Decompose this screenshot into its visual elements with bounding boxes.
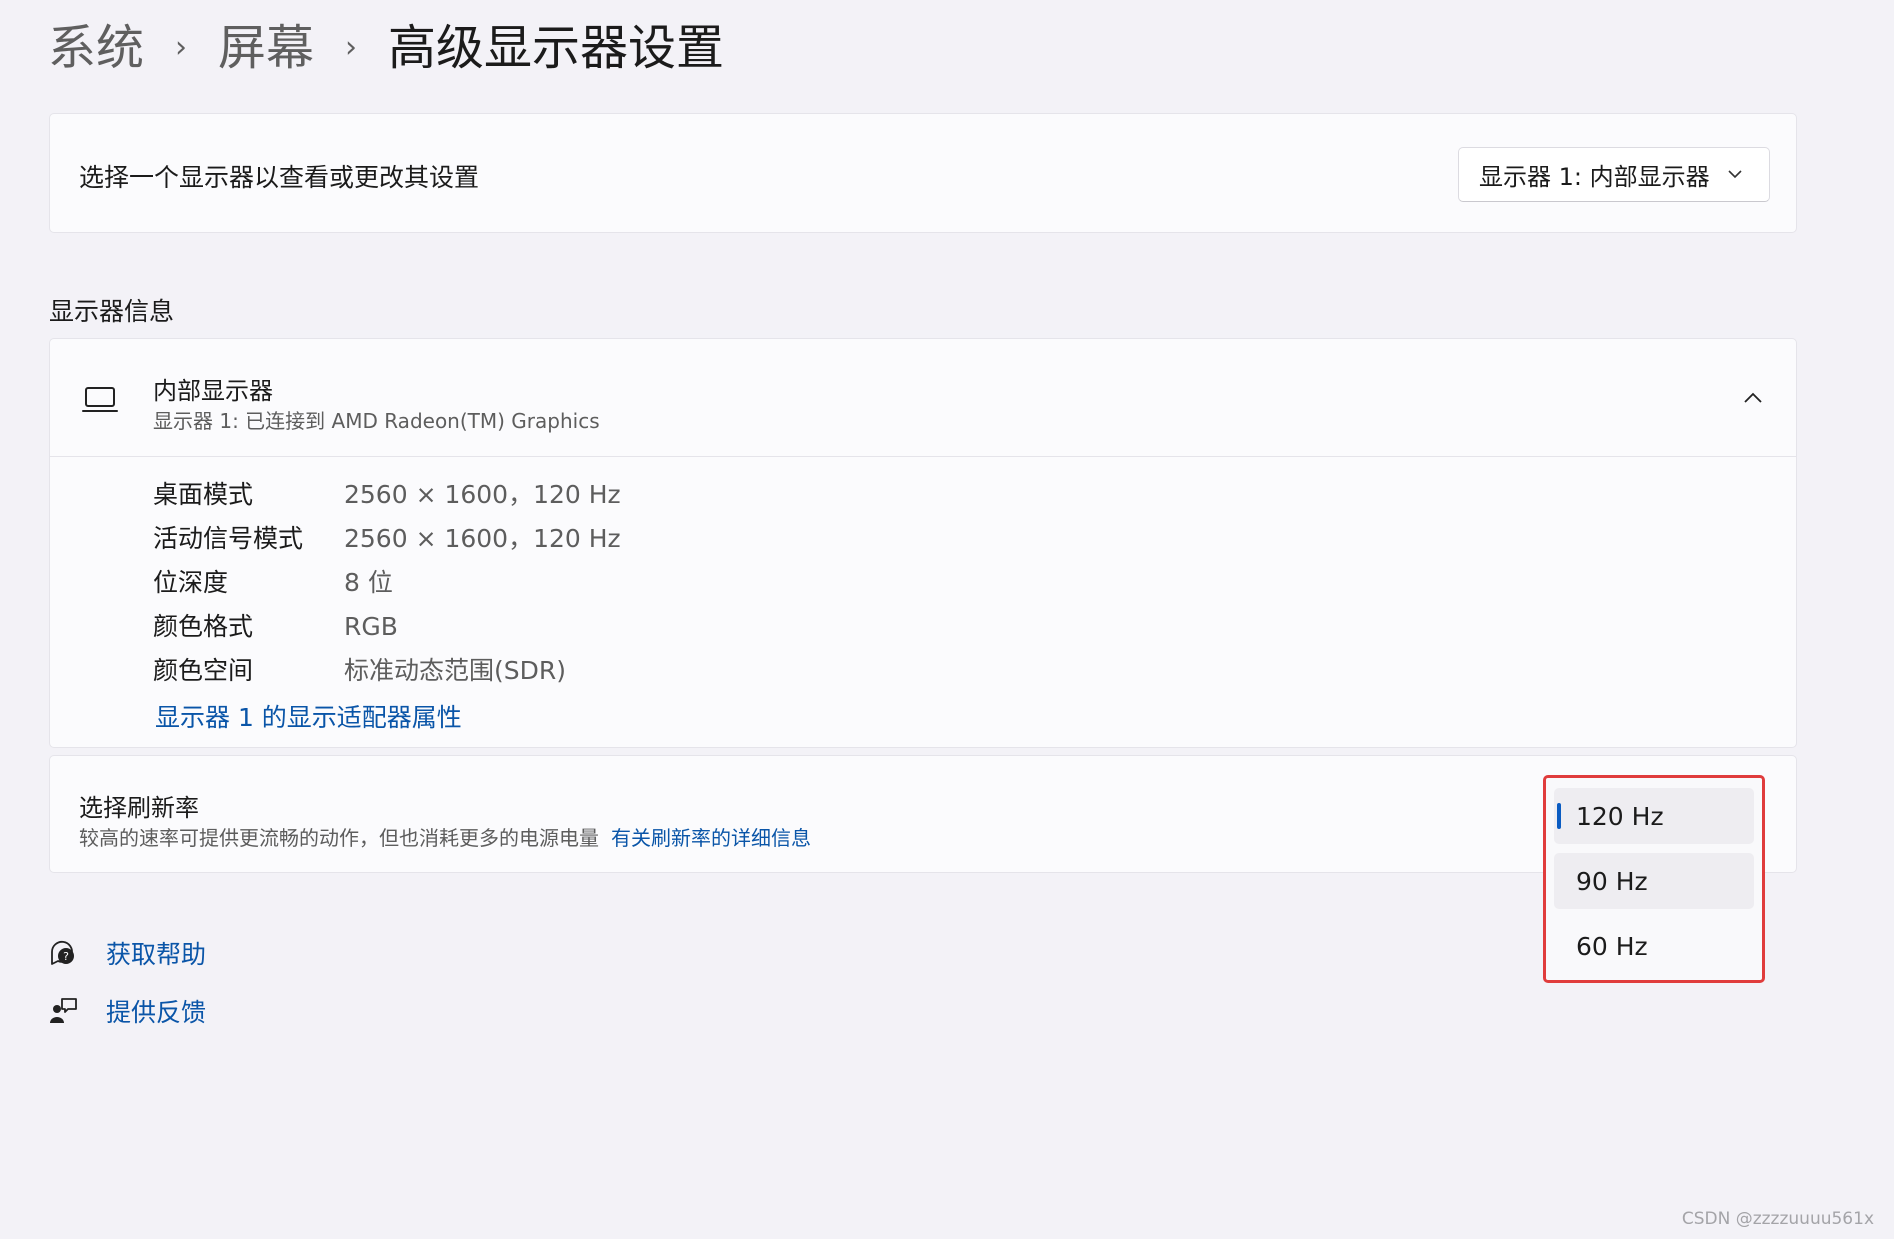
info-key: 桌面模式 — [153, 480, 254, 509]
info-value: RGB — [344, 612, 398, 641]
info-key: 位深度 — [153, 568, 229, 597]
info-value: 标准动态范围(SDR) — [344, 656, 566, 685]
refresh-option-90[interactable]: 90 Hz — [1554, 853, 1754, 909]
info-row-desktop-mode: 桌面模式 2560 × 1600，120 Hz — [153, 475, 621, 511]
info-key: 颜色空间 — [153, 656, 254, 685]
refresh-rate-description-text: 较高的速率可提供更流畅的动作，但也消耗更多的电源电量 — [79, 826, 599, 850]
help-chat-icon: ? — [51, 940, 74, 965]
get-help-link[interactable]: ? 获取帮助 — [48, 935, 206, 971]
breadcrumb-separator: › — [345, 30, 358, 65]
display-name: 内部显示器 — [153, 377, 273, 405]
display-select-label: 选择一个显示器以查看或更改其设置 — [79, 163, 480, 192]
feedback-link[interactable]: 提供反馈 — [48, 993, 206, 1029]
refresh-rate-dropdown-menu: 120 Hz 90 Hz 60 Hz — [1543, 775, 1765, 983]
refresh-option-label: 60 Hz — [1576, 931, 1648, 961]
info-value: 2560 × 1600，120 Hz — [344, 524, 621, 553]
laptop-icon — [82, 387, 118, 412]
info-value: 8 位 — [344, 568, 393, 597]
selected-indicator — [1557, 803, 1561, 829]
display-dropdown-value: 显示器 1: 内部显示器 — [1479, 163, 1710, 191]
display-info-header[interactable]: 内部显示器 显示器 1: 已连接到 AMD Radeon(TM) Graphic… — [50, 339, 1796, 457]
display-info-section-title: 显示器信息 — [49, 297, 175, 326]
display-connection: 显示器 1: 已连接到 AMD Radeon(TM) Graphics — [153, 409, 600, 433]
refresh-rate-info-link[interactable]: 有关刷新率的详细信息 — [611, 826, 811, 850]
breadcrumb: 系统 › 屏幕 › 高级显示器设置 — [48, 18, 724, 78]
watermark: CSDN @zzzzuuuu561x — [1681, 1209, 1874, 1229]
info-row-color-space: 颜色空间 标准动态范围(SDR) — [153, 651, 566, 687]
display-info-card: 内部显示器 显示器 1: 已连接到 AMD Radeon(TM) Graphic… — [49, 338, 1797, 748]
info-row-bit-depth: 位深度 8 位 — [153, 563, 393, 599]
display-select-card: 选择一个显示器以查看或更改其设置 显示器 1: 内部显示器 — [49, 113, 1797, 233]
refresh-option-60[interactable]: 60 Hz — [1554, 918, 1754, 974]
adapter-properties-link[interactable]: 显示器 1 的显示适配器属性 — [155, 698, 462, 734]
refresh-rate-title: 选择刷新率 — [79, 794, 199, 822]
page-title: 高级显示器设置 — [388, 20, 725, 76]
svg-text:?: ? — [63, 950, 69, 963]
breadcrumb-separator: › — [175, 30, 188, 65]
chevron-up-icon[interactable] — [1742, 387, 1764, 409]
info-key: 颜色格式 — [153, 612, 254, 641]
info-key: 活动信号模式 — [153, 524, 304, 553]
refresh-option-label: 90 Hz — [1576, 866, 1648, 896]
breadcrumb-system[interactable]: 系统 — [48, 18, 144, 78]
refresh-rate-card: 选择刷新率 较高的速率可提供更流畅的动作，但也消耗更多的电源电量 有关刷新率的详细… — [49, 755, 1797, 873]
refresh-option-label: 120 Hz — [1576, 801, 1664, 831]
info-row-color-format: 颜色格式 RGB — [153, 607, 398, 643]
refresh-rate-description: 较高的速率可提供更流畅的动作，但也消耗更多的电源电量 有关刷新率的详细信息 — [79, 822, 811, 851]
chevron-down-icon — [1728, 170, 1742, 179]
get-help-label: 获取帮助 — [106, 940, 207, 969]
display-dropdown[interactable]: 显示器 1: 内部显示器 — [1458, 147, 1770, 202]
refresh-option-120[interactable]: 120 Hz — [1554, 788, 1754, 844]
feedback-icon — [50, 998, 77, 1023]
info-row-signal-mode: 活动信号模式 2560 × 1600，120 Hz — [153, 519, 621, 555]
feedback-label: 提供反馈 — [106, 998, 207, 1027]
info-value: 2560 × 1600，120 Hz — [344, 480, 621, 509]
breadcrumb-display[interactable]: 屏幕 — [218, 18, 314, 78]
